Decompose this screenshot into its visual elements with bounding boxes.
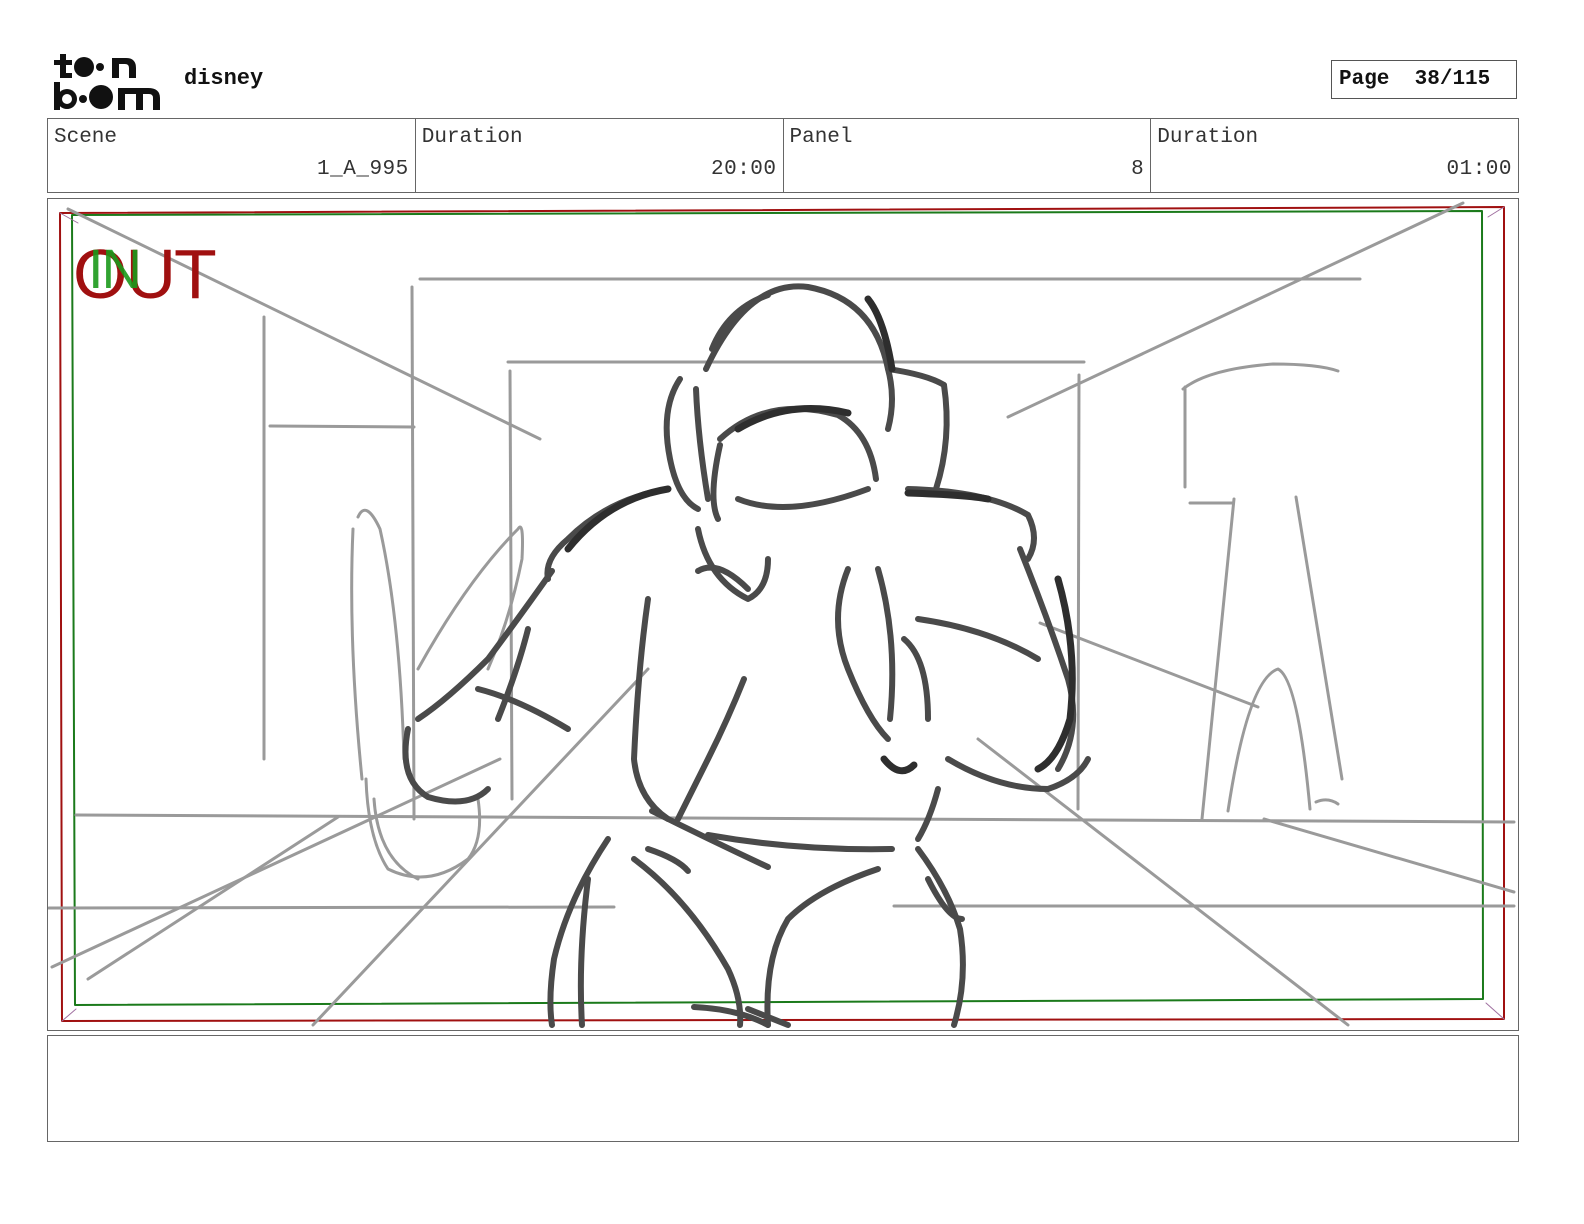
scene-duration-cell: Duration 20:00 <box>416 119 784 192</box>
scene-duration-value: 20:00 <box>710 158 777 181</box>
panel-cell: Panel 8 <box>784 119 1152 192</box>
scene-info-row: Scene 1_A_995 Duration 20:00 Panel 8 Dur… <box>47 118 1519 193</box>
scene-duration-label: Duration <box>421 126 523 149</box>
storyboard-panel <box>47 198 1519 1031</box>
page-number: 38/115 <box>1414 68 1491 91</box>
scene-cell: Scene 1_A_995 <box>48 119 416 192</box>
panel-duration-cell: Duration 01:00 <box>1151 119 1518 192</box>
panel-value: 8 <box>1131 158 1145 181</box>
toonboom-logo-icon <box>54 54 160 110</box>
toonboom-logo <box>52 52 164 112</box>
storyboard-sketch-icon <box>48 201 1516 1028</box>
page-indicator: Page 38/115 <box>1331 60 1517 99</box>
panel-duration-value: 01:00 <box>1446 158 1512 181</box>
panel-label: Panel <box>789 126 853 149</box>
page-label: Page <box>1339 68 1390 91</box>
in-frame <box>71 210 1484 1006</box>
out-frame <box>59 206 1505 1022</box>
brand-name: disney <box>184 66 264 91</box>
panel-notes[interactable] <box>47 1035 1519 1142</box>
panel-duration-label: Duration <box>1157 126 1259 149</box>
scene-label: Scene <box>54 126 118 149</box>
in-marker: IN <box>88 237 142 300</box>
scene-value: 1_A_995 <box>317 158 409 181</box>
